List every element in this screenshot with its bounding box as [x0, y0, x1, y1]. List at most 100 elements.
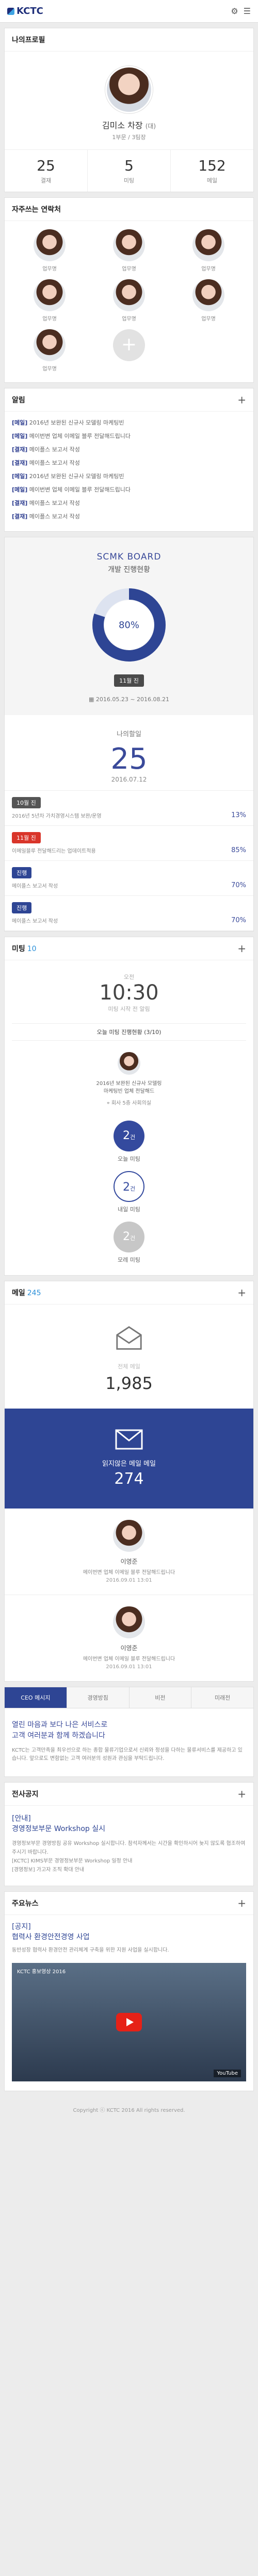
news-card: 주요뉴스 + [공지] 협력사 환경안전경영 사업 동반성장 협력사 환경안전 … [4, 1891, 254, 2092]
board-period: ▦ 2016.05.23 ~ 2016.08.21 [88, 696, 170, 703]
contact-item[interactable]: 업무명 [169, 229, 248, 272]
board-title: SCMK BOARD [96, 552, 162, 562]
location-pin-icon: ⌖ 회사 5층 사회의실 [107, 1100, 151, 1106]
board-card: SCMK BOARD 개발 진행현황 80% 11월 진 ▦ 2016.05.2… [4, 537, 254, 931]
alarm-more-button[interactable]: + [237, 395, 246, 405]
contact-item[interactable]: 업무명 [10, 279, 89, 322]
alarm-item[interactable]: [메일] 메이번변 업체 이메일 블루 전달해드립니다 [12, 483, 246, 496]
envelope-closed-icon [115, 1429, 143, 1450]
alarm-list: [메일] 2016년 보완된 신규사 모델링 마케팅빈 [메일] 메이번변 업체… [5, 412, 253, 531]
dayafter-meeting-count[interactable]: 2건 [114, 1222, 144, 1252]
alarm-item[interactable]: [결재] 메이플스 보고서 작성 [12, 456, 246, 469]
play-icon [116, 2013, 142, 2032]
tomorrow-meeting-count[interactable]: 2건 [114, 1171, 144, 1202]
company-tabs-card: CEO 메시지 경영방침 비전 미래전 열린 마음과 보다 나은 서비스로 고객… [4, 1687, 254, 1777]
mail-unread[interactable]: 읽지않은 메일 메일 274 [5, 1409, 253, 1509]
board-badge[interactable]: 11월 진 [114, 674, 144, 687]
alarm-item[interactable]: [결재] 메이플스 보고서 작성 [12, 443, 246, 456]
mail-title: 메일 245 [12, 1289, 41, 1297]
top-bar: KCTC ⚙ ☰ [0, 0, 258, 23]
footer: Copyright ⓒ KCTC 2016 All rights reserve… [73, 2108, 185, 2114]
avatar [113, 229, 145, 261]
contact-item[interactable]: 업무명 [10, 229, 89, 272]
profile-dept: 1부문 / 3팀장 [112, 134, 146, 141]
mail-item[interactable]: 이영준 메이번변 업체 이메일 블루 전달해드립니다 2016.09.01 13… [5, 1509, 253, 1595]
avatar [113, 1520, 145, 1552]
contact-item[interactable]: 업무명 [89, 229, 169, 272]
mytask-summary[interactable]: 나의할일 25 2016.07.12 [5, 715, 253, 791]
contacts-card: 자주쓰는 연락처 업무명 업무명 업무명 업무명 업무명 업무명 업무명 + [4, 197, 254, 383]
progress-donut: 80% [92, 588, 166, 662]
tab-ceo-message[interactable]: CEO 메시지 [5, 1687, 67, 1708]
notice-card: 전사공지 + [안내] 경영정보부문 Workshop 실시 경영정보부문 경영… [4, 1782, 254, 1887]
board-progress: SCMK BOARD 개발 진행현황 80% 11월 진 ▦ 2016.05.2… [5, 537, 253, 715]
today-meeting-count[interactable]: 2건 [114, 1121, 144, 1151]
task-item[interactable]: 진행 메이플스 보고서 작성 70% [5, 861, 253, 896]
contacts-grid: 업무명 업무명 업무명 업무명 업무명 업무명 업무명 + [5, 221, 253, 382]
profile-name: 김미소 차장 (대) [102, 121, 156, 130]
task-pill: 11월 진 [12, 832, 41, 843]
logo-text: KCTC [17, 6, 43, 16]
mail-card: 메일 245 + 전체 메일 1,985 읽지않은 메일 메일 274 이영준 메… [4, 1281, 254, 1682]
contact-item[interactable]: 업무명 [89, 279, 169, 322]
alarm-item[interactable]: [메일] 메이번변 업체 이메일 블루 전달해드립니다 [12, 429, 246, 443]
profile-stats: 25 결재 5 미팅 152 메일 [5, 149, 253, 192]
kctc-logo[interactable]: KCTC [7, 6, 43, 16]
avatar [118, 1052, 140, 1075]
add-contact-button[interactable]: + [89, 329, 169, 372]
avatar [113, 279, 145, 311]
stat-mail[interactable]: 152 메일 [171, 150, 253, 192]
profile-title: 나의프로필 [12, 36, 45, 44]
avatar [34, 229, 66, 261]
logo-mark-icon [7, 7, 14, 15]
tab-bar: CEO 메시지 경영방침 비전 미래전 [5, 1687, 253, 1708]
news-title: 주요뉴스 [12, 1900, 39, 1908]
meeting-title: 미팅 10 [12, 945, 37, 953]
task-pill: 10월 진 [12, 797, 41, 808]
tab-vision[interactable]: 비전 [129, 1687, 192, 1708]
task-item[interactable]: 10월 진 2016년 5년차 가치경영시스템 보완/운영 13% [5, 791, 253, 826]
task-item[interactable]: 진행 메이플스 보고서 작성 70% [5, 896, 253, 931]
notice-item[interactable]: [안내] 경영정보부문 Workshop 실시 경영정보부문 경영방침 공유 W… [5, 1806, 253, 1886]
news-more-button[interactable]: + [237, 1898, 246, 1908]
tab-policy[interactable]: 경영방침 [67, 1687, 130, 1708]
alarm-card: 알림 + [메일] 2016년 보완된 신규사 모델링 마케팅빈 [메일] 메이… [4, 388, 254, 532]
stat-approval[interactable]: 25 결재 [5, 150, 88, 192]
youtube-logo: YouTube [214, 2070, 241, 2078]
plus-icon: + [113, 329, 145, 361]
contact-item[interactable]: 업무명 [169, 279, 248, 322]
mail-more-button[interactable]: + [237, 1287, 246, 1298]
mail-item[interactable]: 이영준 메이번변 업체 이메일 블루 전달해드립니다 2016.09.01 13… [5, 1595, 253, 1681]
meeting-card: 미팅 10 + 오전 10:30 미팅 시작 전 알림 오늘 미팅 진행현황 (3… [4, 937, 254, 1276]
contact-item[interactable]: 업무명 [10, 329, 89, 372]
tab-content: 열린 마음과 보다 나은 서비스로 고객 여러분과 함께 하겠습니다 KCTC는… [12, 1721, 243, 1761]
alarm-item[interactable]: [메일] 2016년 보완된 신규사 모델링 마케팅빈 [12, 416, 246, 429]
contacts-title: 자주쓰는 연락처 [12, 206, 61, 214]
notice-more-button[interactable]: + [237, 1789, 246, 1799]
stat-meeting[interactable]: 5 미팅 [88, 150, 171, 192]
profile-avatar[interactable] [105, 66, 153, 113]
alarm-item[interactable]: [메일] 2016년 보완된 신규사 모델링 마케팅빈 [12, 469, 246, 483]
gear-icon[interactable]: ⚙ [231, 6, 238, 16]
meeting-time: 오전 10:30 미팅 시작 전 알림 [99, 974, 159, 1012]
task-pill: 진행 [12, 867, 32, 878]
task-pill: 진행 [12, 902, 32, 913]
donut-label: 80% [119, 620, 139, 631]
tab-future[interactable]: 미래전 [191, 1687, 253, 1708]
news-item[interactable]: [공지] 협력사 환경안전경영 사업 동반성장 협력사 환경안전 관리체계 구축… [5, 1915, 253, 1963]
meeting-detail[interactable]: 2016년 보완된 신규사 모델링 마케팅빈 업체 전달해드 ⌖ 회사 5층 사… [5, 1046, 253, 1112]
task-item[interactable]: 11월 진 이메일블루 전달해드리는 업데이트적용 85% [5, 826, 253, 861]
alarm-item[interactable]: [결재] 메이플스 보고서 작성 [12, 510, 246, 523]
board-subtitle: 개발 진행현황 [108, 566, 150, 574]
meeting-more-button[interactable]: + [237, 943, 246, 954]
profile-card: 나의프로필 김미소 차장 (대) 1부문 / 3팀장 25 결재 5 미팅 15… [4, 28, 254, 192]
alarm-item[interactable]: [결재] 메이플스 보고서 작성 [12, 496, 246, 510]
notice-title: 전사공지 [12, 1790, 39, 1799]
avatar [113, 1606, 145, 1638]
avatar [34, 279, 66, 311]
mail-total[interactable]: 전체 메일 1,985 [5, 1304, 253, 1409]
menu-icon[interactable]: ☰ [244, 6, 251, 16]
alarm-title: 알림 [12, 396, 25, 404]
video-player[interactable]: KCTC 홍보영상 2016 YouTube [12, 1963, 246, 2082]
avatar [192, 229, 224, 261]
